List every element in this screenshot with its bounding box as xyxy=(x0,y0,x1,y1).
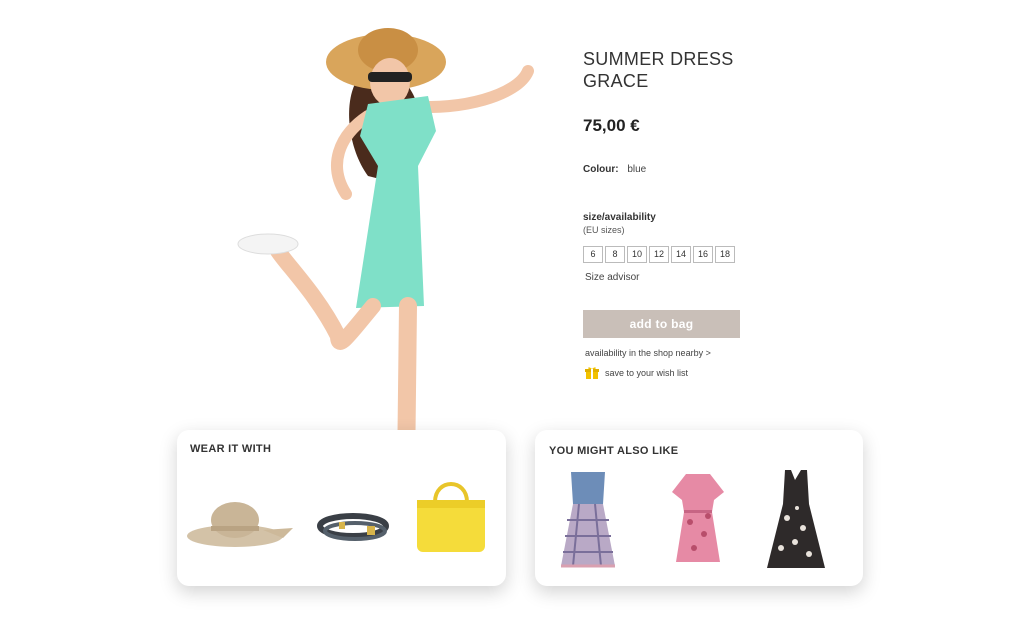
size-option-10[interactable]: 10 xyxy=(627,246,647,263)
yellow-handbag-icon xyxy=(417,482,485,552)
size-option-18[interactable]: 18 xyxy=(715,246,735,263)
product-title: SUMMER DRESS GRACE xyxy=(583,49,734,91)
colour-label: Colour: xyxy=(583,164,619,175)
straw-hat-item[interactable] xyxy=(185,498,297,550)
availability-shop-link[interactable]: availability in the shop nearby > xyxy=(585,348,711,358)
wish-list-label: save to your wish list xyxy=(605,368,689,378)
size-selector: 6 8 10 12 14 16 18 xyxy=(583,246,735,263)
colour-value: blue xyxy=(627,164,647,175)
you-might-also-like-title: YOU MIGHT ALSO LIKE xyxy=(549,445,679,457)
product-price: 75,00 € xyxy=(583,116,640,135)
belt-item[interactable] xyxy=(317,510,389,544)
recommended-dress-1[interactable] xyxy=(557,470,619,570)
colour-row: Colour: blue xyxy=(583,164,646,175)
wish-list-link[interactable]: save to your wish list xyxy=(585,366,688,380)
belt-icon xyxy=(317,513,389,541)
handbag-item[interactable] xyxy=(413,474,489,556)
size-option-12[interactable]: 12 xyxy=(649,246,669,263)
wear-it-with-card: WEAR IT WITH xyxy=(177,430,506,586)
black-floral-dress-icon xyxy=(767,470,825,568)
recommended-dress-3[interactable] xyxy=(763,468,829,574)
size-option-16[interactable]: 16 xyxy=(693,246,713,263)
size-eu-note: (EU sizes) xyxy=(583,225,625,235)
you-might-also-like-card: YOU MIGHT ALSO LIKE xyxy=(535,430,863,586)
gift-icon xyxy=(585,367,599,379)
recommended-dress-2[interactable] xyxy=(670,472,726,568)
straw-hat-icon xyxy=(187,502,293,547)
product-info: SUMMER DRESS GRACE 75,00 € Colour: blue … xyxy=(583,48,883,379)
pink-floral-dress-icon xyxy=(672,474,724,562)
plaid-strapless-dress-icon xyxy=(561,472,615,568)
size-option-8[interactable]: 8 xyxy=(605,246,625,263)
size-availability-title: size/availability xyxy=(583,212,656,223)
size-option-6[interactable]: 6 xyxy=(583,246,603,263)
wear-it-with-title: WEAR IT WITH xyxy=(190,443,272,455)
add-to-bag-button[interactable]: add to bag xyxy=(583,310,740,338)
size-option-14[interactable]: 14 xyxy=(671,246,691,263)
size-advisor-link[interactable]: Size advisor xyxy=(585,272,639,283)
